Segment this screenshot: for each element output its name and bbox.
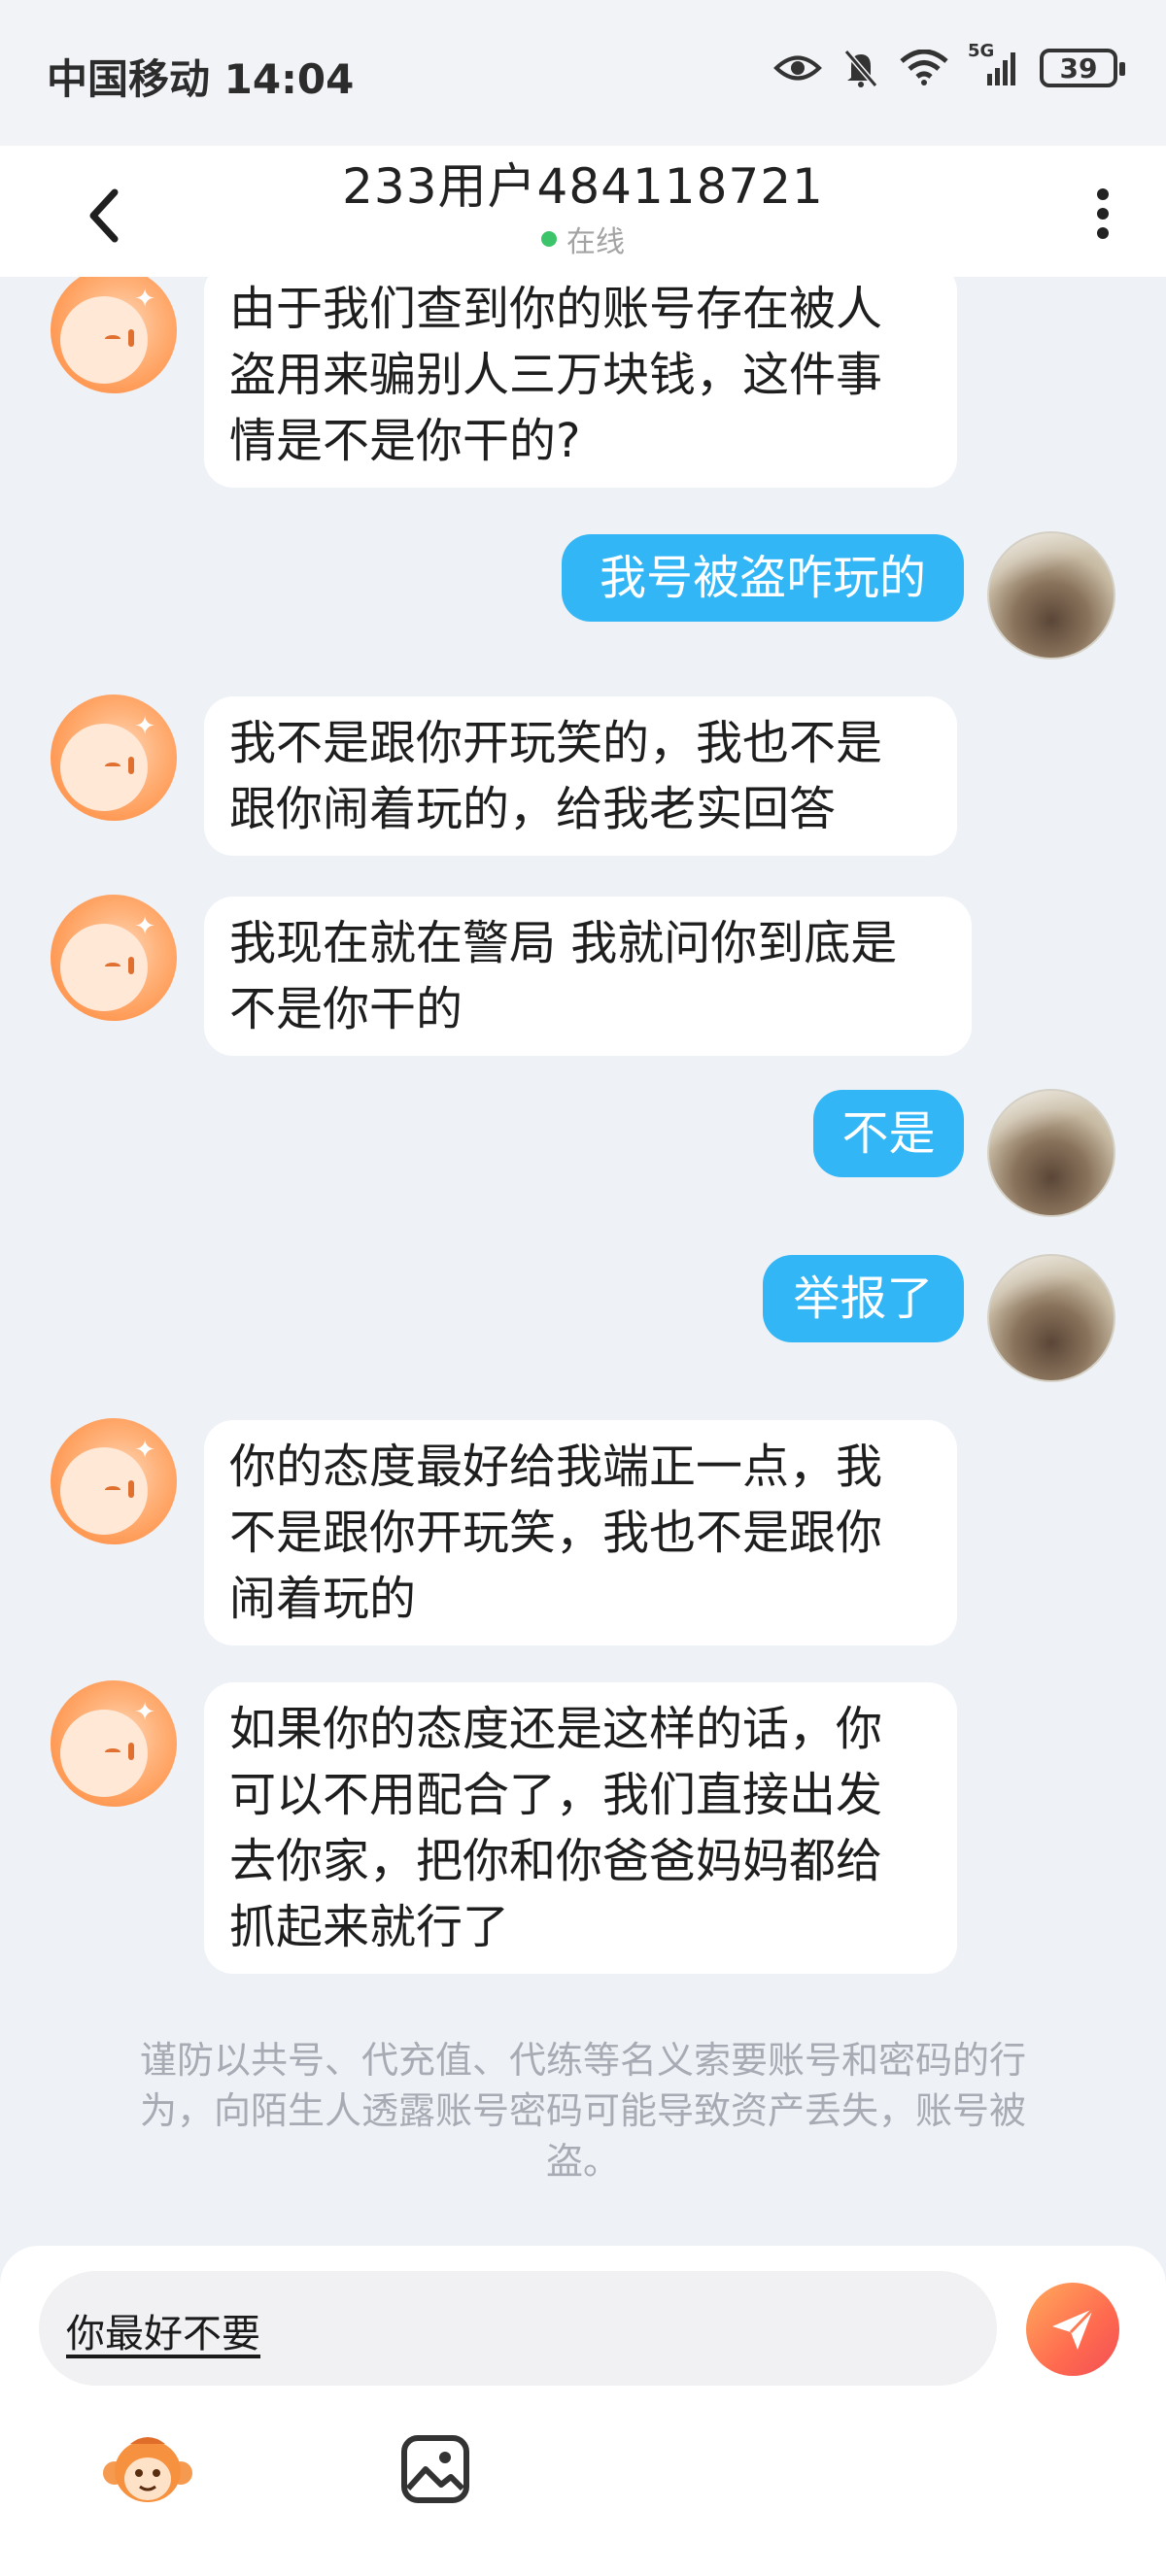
online-dot	[541, 231, 557, 247]
security-notice: 谨防以共号、代充值、代练等名义索要账号和密码的行为，向陌生人透露账号密码可能导致…	[139, 2039, 1026, 2183]
image-button[interactable]	[398, 2432, 472, 2506]
user-avatar[interactable]	[987, 1254, 1115, 1382]
network-type: 5G	[968, 41, 995, 61]
bot-avatar[interactable]: ✦	[51, 895, 177, 1021]
bot-avatar[interactable]: ✦	[51, 1680, 177, 1807]
message-list: ✦ 由于我们查到你的账号存在被人 盗用来骗别人三万块钱，这件事 情是不是你干的?…	[0, 277, 1166, 2239]
wifi-icon	[900, 50, 948, 86]
clock: 14:04	[223, 55, 355, 103]
outgoing-message[interactable]: 不是	[813, 1090, 964, 1177]
status-carrier-time: 中国移动 14:04	[47, 47, 354, 106]
message-text: 举报了	[793, 1271, 934, 1326]
bot-avatar[interactable]: ✦	[51, 695, 177, 821]
image-icon	[401, 2435, 469, 2503]
message-text: 如果你的态度还是这样的话，你 可以不用配合了，我们直接出发 去你家，把你和你爸爸…	[229, 1702, 883, 1954]
battery-icon: 39	[1040, 49, 1125, 87]
message-input[interactable]: 你最好不要	[39, 2271, 997, 2386]
bot-avatar[interactable]: ✦	[51, 1418, 177, 1544]
bot-avatar[interactable]: ✦	[51, 277, 177, 393]
incoming-message[interactable]: 由于我们查到你的账号存在被人 盗用来骗别人三万块钱，这件事 情是不是你干的?	[204, 277, 957, 488]
carrier-label: 中国移动	[47, 55, 211, 103]
message-text: 不是	[841, 1106, 936, 1161]
eye-icon	[773, 53, 822, 83]
title-block: 233用户484118721 在线	[0, 148, 1166, 260]
incoming-message[interactable]: 如果你的态度还是这样的话，你 可以不用配合了，我们直接出发 去你家，把你和你爸爸…	[204, 1682, 957, 1974]
incoming-message[interactable]: 我现在就在警局 我就问你到底是 不是你干的	[204, 897, 972, 1056]
user-avatar[interactable]	[987, 531, 1115, 660]
more-button[interactable]	[1088, 175, 1117, 253]
status-bar: 中国移动 14:04 5G 39	[0, 0, 1166, 146]
more-vertical-icon	[1097, 188, 1109, 239]
message-text: 我现在就在警局 我就问你到底是 不是你干的	[229, 916, 898, 1036]
outgoing-message[interactable]: 举报了	[763, 1255, 964, 1342]
message-text: 你的态度最好给我端正一点，我 不是跟你开玩笑，我也不是跟你 闹着玩的	[229, 1440, 883, 1626]
online-status: 在线	[541, 218, 625, 260]
outgoing-message[interactable]: 我号被盗咋玩的	[562, 534, 964, 622]
battery-level: 39	[1059, 51, 1098, 85]
incoming-message[interactable]: 我不是跟你开玩笑的，我也不是 跟你闹着玩的，给我老实回答	[204, 696, 957, 856]
sticker-button[interactable]	[101, 2430, 194, 2508]
online-label: 在线	[566, 225, 625, 259]
message-input-value: 你最好不要	[66, 2312, 260, 2356]
message-text: 由于我们查到你的账号存在被人 盗用来骗别人三万块钱，这件事 情是不是你干的?	[229, 282, 883, 468]
page-title: 233用户484118721	[342, 158, 824, 215]
status-icons: 5G 39	[773, 41, 1125, 87]
send-button[interactable]	[1026, 2283, 1119, 2376]
monkey-mascot-icon	[103, 2437, 192, 2502]
mute-bell-icon	[843, 49, 878, 87]
composer: 你最好不要	[0, 2246, 1166, 2576]
user-avatar[interactable]	[987, 1089, 1115, 1217]
message-text: 我不是跟你开玩笑的，我也不是 跟你闹着玩的，给我老实回答	[229, 716, 883, 836]
message-text: 我号被盗咋玩的	[599, 551, 926, 605]
chat-header: 233用户484118721 在线	[0, 146, 1166, 277]
paper-plane-icon	[1052, 2307, 1095, 2350]
signal-5g-icon: 5G	[968, 41, 1018, 85]
incoming-message[interactable]: 你的态度最好给我端正一点，我 不是跟你开玩笑，我也不是跟你 闹着玩的	[204, 1420, 957, 1645]
